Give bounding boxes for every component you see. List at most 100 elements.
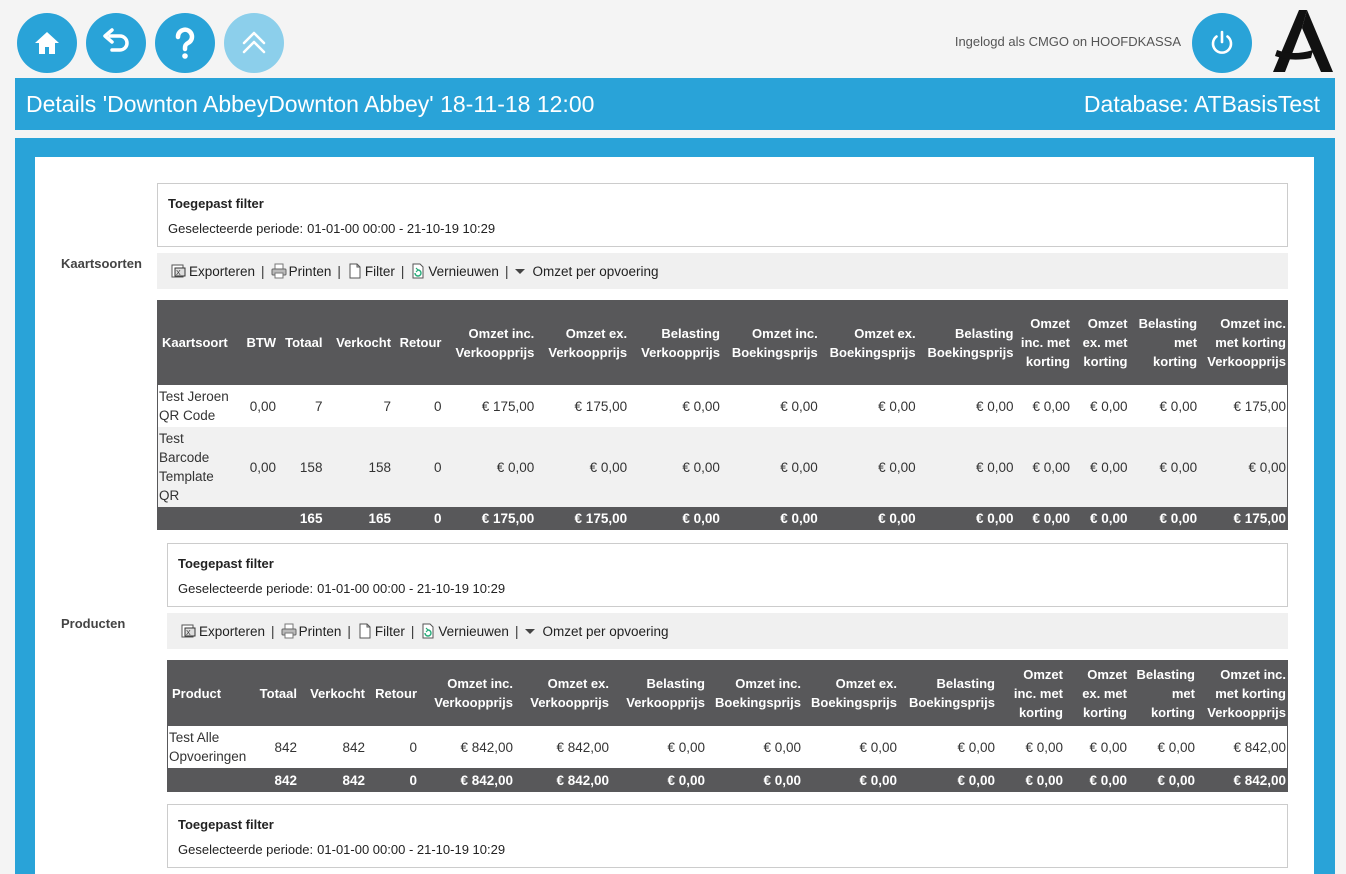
separator: | (514, 623, 519, 639)
power-icon (1211, 30, 1233, 54)
total-cell: € 0,00 (917, 507, 1016, 530)
column-header[interactable]: Belasting Boekingsprijs (917, 300, 1016, 385)
refresh-label: Vernieuwen (428, 263, 499, 279)
login-status: Ingelogd als CMGO on HOOFDKASSA (954, 34, 1181, 49)
column-header[interactable]: Omzet ex. Boekingsprijs (819, 300, 918, 385)
column-header[interactable]: BTW (237, 300, 279, 385)
scroll-top-button[interactable] (224, 13, 284, 73)
separator: | (347, 623, 351, 639)
top-bar: Ingelogd als CMGO on HOOFDKASSA (0, 0, 1346, 78)
total-cell: € 0,00 (899, 768, 997, 792)
dropdown-label: Omzet per opvoering (532, 263, 659, 279)
total-cell: € 175,00 (1199, 507, 1288, 530)
column-header[interactable]: Belasting met korting (1129, 660, 1197, 726)
printer-icon (281, 623, 297, 639)
home-icon (35, 32, 59, 54)
table-border (157, 385, 1288, 507)
print-button[interactable]: Printen (281, 623, 341, 639)
column-header[interactable]: Belasting Verkoopprijs (629, 300, 722, 385)
column-header[interactable]: Omzet inc. Verkoopprijs (419, 660, 515, 726)
page-icon (349, 263, 361, 279)
column-header[interactable]: Omzet inc. met korting Verkoopprijs (1197, 660, 1288, 726)
column-header[interactable]: Belasting met korting (1129, 300, 1200, 385)
total-cell (167, 768, 249, 792)
period-value: 01-01-00 00:00 - 21-10-19 10:29 (317, 842, 506, 857)
filter-label: Filter (364, 263, 395, 279)
page-icon (359, 623, 371, 639)
section-label-producten: Producten (61, 616, 126, 631)
filter-period: Geselecteerde periode: 01-01-00 00:00 - 2… (178, 581, 505, 596)
separator: | (271, 623, 275, 639)
back-button[interactable] (86, 13, 146, 73)
total-cell: € 0,00 (1129, 507, 1200, 530)
filter-label: Filter (374, 623, 405, 639)
export-label: Exporteren (189, 263, 256, 279)
export-button[interactable]: X Exporteren (171, 263, 255, 279)
filter-title: Toegepast filter (178, 817, 274, 832)
column-header[interactable]: Omzet inc. Boekingsprijs (707, 660, 803, 726)
column-header[interactable]: Omzet inc. met korting (997, 660, 1065, 726)
column-header[interactable]: Omzet ex. Boekingsprijs (803, 660, 899, 726)
totals-row: 842 842 0 € 842,00 € 842,00 € 0,00 € 0,0… (167, 768, 1288, 792)
column-header[interactable]: Product (167, 660, 249, 726)
export-button[interactable]: X Exporteren (181, 623, 265, 639)
total-cell: € 0,00 (997, 768, 1065, 792)
column-header[interactable]: Omzet ex. Verkoopprijs (515, 660, 611, 726)
print-label: Printen (288, 263, 332, 279)
total-cell: € 0,00 (819, 507, 918, 530)
period-label: Geselecteerde periode: (168, 221, 304, 236)
column-header[interactable]: Verkocht (324, 300, 394, 385)
caret-down-icon (525, 629, 536, 634)
table-border (167, 726, 1288, 768)
filter-button[interactable]: Filter (347, 263, 395, 279)
separator: | (261, 263, 265, 279)
filter-period: Geselecteerde periode: 01-01-00 00:00 - 2… (168, 221, 495, 236)
total-cell: € 0,00 (721, 507, 820, 530)
total-cell: € 0,00 (803, 768, 899, 792)
column-header[interactable]: Omzet inc. met korting (1015, 300, 1072, 385)
section-label-kaartsoorten: Kaartsoorten (61, 256, 142, 271)
filter-box: Toegepast filter Geselecteerde periode: 0… (157, 183, 1288, 247)
column-header[interactable]: Retour (367, 660, 419, 726)
total-cell: € 0,00 (629, 507, 722, 530)
separator: | (410, 623, 415, 639)
filter-title: Toegepast filter (168, 196, 264, 211)
scroll-top-icon (242, 31, 266, 54)
caret-down-icon (515, 269, 526, 274)
filter-title: Toegepast filter (178, 556, 274, 571)
filter-button[interactable]: Filter (357, 623, 405, 639)
revenue-dropdown[interactable]: Omzet per opvoering (514, 263, 659, 279)
home-button[interactable] (17, 13, 77, 73)
total-cell: € 842,00 (515, 768, 611, 792)
column-header[interactable]: Verkocht (299, 660, 367, 726)
dropdown-label: Omzet per opvoering (542, 623, 669, 639)
filter-period: Geselecteerde periode: 01-01-00 00:00 - 2… (178, 842, 505, 857)
total-cell: 165 (278, 507, 325, 530)
print-button[interactable]: Printen (271, 263, 332, 279)
column-header[interactable]: Totaal (278, 300, 325, 385)
total-cell: € 0,00 (1065, 768, 1129, 792)
column-header[interactable]: Omzet inc. Verkoopprijs (443, 300, 537, 385)
table-header-row: Kaartsoort BTW Totaal Verkocht Retour Om… (157, 300, 1288, 385)
logout-button[interactable] (1192, 13, 1252, 73)
column-header[interactable]: Omzet inc. Boekingsprijs (721, 300, 820, 385)
total-cell: € 0,00 (1071, 507, 1130, 530)
column-header[interactable]: Retour (393, 300, 444, 385)
help-button[interactable] (155, 13, 215, 73)
revenue-dropdown[interactable]: Omzet per opvoering (524, 623, 669, 639)
total-cell: € 842,00 (419, 768, 515, 792)
refresh-button[interactable]: Vernieuwen (410, 263, 499, 279)
total-cell: € 0,00 (707, 768, 803, 792)
table-header-row: Product Totaal Verkocht Retour Omzet inc… (167, 660, 1288, 726)
column-header[interactable]: Belasting Boekingsprijs (899, 660, 997, 726)
column-header[interactable]: Kaartsoort (157, 300, 238, 385)
column-header[interactable]: Totaal (249, 660, 299, 726)
column-header[interactable]: Omzet ex. Verkoopprijs (536, 300, 630, 385)
column-header[interactable]: Omzet ex. met korting (1071, 300, 1130, 385)
brand-logo (1273, 10, 1333, 72)
column-header[interactable]: Omzet inc. met korting Verkoopprijs (1199, 300, 1288, 385)
total-cell: 842 (299, 768, 367, 792)
column-header[interactable]: Belasting Verkoopprijs (611, 660, 707, 726)
refresh-button[interactable]: Vernieuwen (420, 623, 509, 639)
column-header[interactable]: Omzet ex. met korting (1065, 660, 1129, 726)
